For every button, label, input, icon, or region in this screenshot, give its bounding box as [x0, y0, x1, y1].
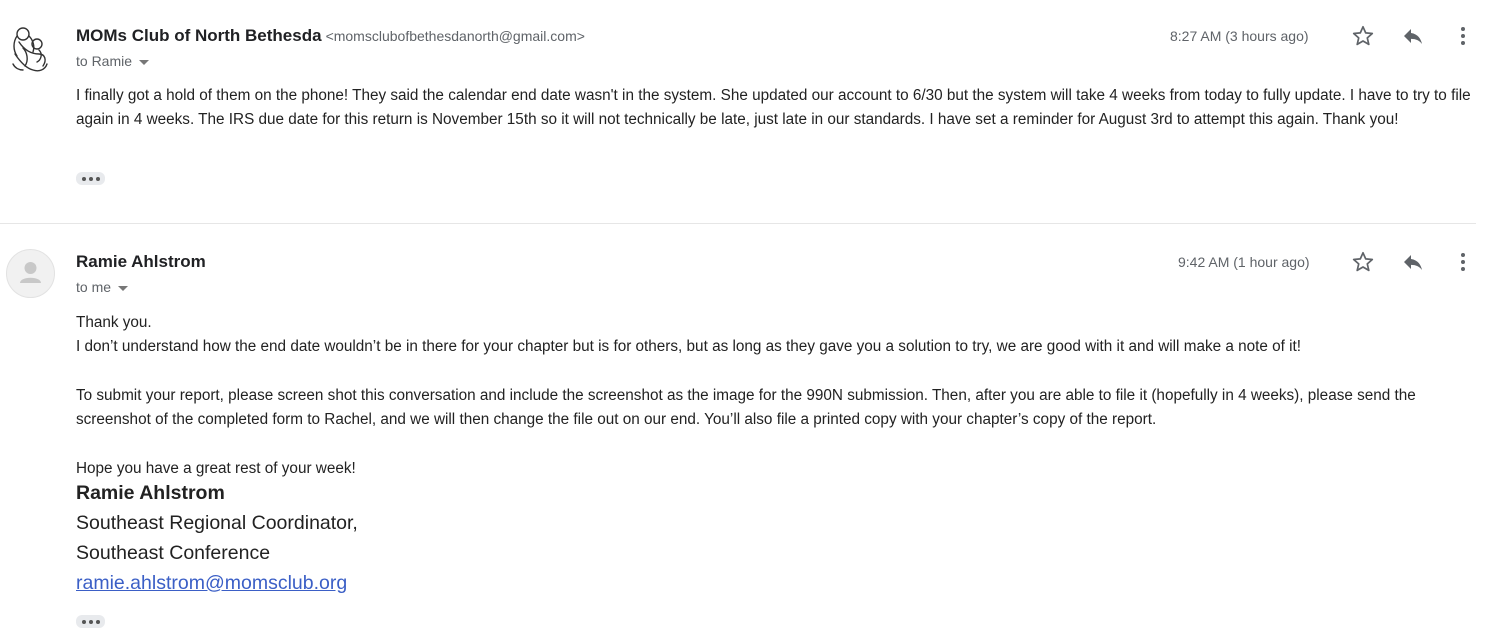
email-message: MOMs Club of North Bethesda <momsclubofbe… — [0, 0, 1476, 224]
reply-icon[interactable] — [1400, 249, 1426, 275]
ellipsis-icon[interactable] — [76, 615, 105, 628]
message-body: I finally got a hold of them on the phon… — [76, 84, 1476, 133]
message-timestamp: 8:27 AM (3 hours ago) — [1170, 28, 1309, 44]
club-logo-icon[interactable] — [9, 24, 53, 74]
more-vert-icon[interactable] — [1450, 23, 1476, 49]
sender-name[interactable]: Ramie Ahlstrom — [76, 252, 206, 271]
caret-down-icon[interactable] — [139, 59, 150, 65]
star-icon[interactable] — [1350, 23, 1376, 49]
message-paragraph: I don’t understand how the end date woul… — [76, 338, 1302, 356]
message-paragraph: I finally got a hold of them on the phon… — [76, 87, 1471, 129]
recipients-toggle[interactable]: to Ramie — [76, 53, 150, 69]
reply-icon[interactable] — [1400, 23, 1426, 49]
ellipsis-icon[interactable] — [76, 172, 105, 185]
signature-conference: Southeast Conference — [76, 542, 271, 564]
message-body: Thank you. I don’t understand how the en… — [76, 311, 1476, 481]
more-vert-icon[interactable] — [1450, 249, 1476, 275]
message-paragraph: To submit your report, please screen sho… — [76, 386, 1416, 429]
signature-name: Ramie Ahlstrom — [76, 482, 225, 504]
message-paragraph: Thank you. — [76, 314, 152, 331]
sender-line: MOMs Club of North Bethesda <momsclubofbe… — [76, 26, 585, 46]
sender-email: <momsclubofbethesdanorth@gmail.com> — [325, 28, 585, 44]
message-paragraph: Hope you have a great rest of your week! — [76, 459, 356, 477]
email-message: Ramie Ahlstrom to me 9:42 AM (1 hour ago… — [0, 224, 1487, 628]
recipients-label: to me — [76, 279, 112, 295]
recipients-toggle[interactable]: to me — [76, 279, 129, 295]
caret-down-icon[interactable] — [118, 285, 129, 291]
default-person-icon[interactable] — [6, 249, 55, 298]
sender-line: Ramie Ahlstrom — [76, 252, 206, 272]
signature-email-link[interactable]: ramie.ahlstrom@momsclub.org — [76, 572, 347, 595]
message-timestamp: 9:42 AM (1 hour ago) — [1178, 254, 1310, 270]
sender-name[interactable]: MOMs Club of North Bethesda — [76, 26, 322, 45]
recipients-label: to Ramie — [76, 53, 133, 69]
star-icon[interactable] — [1350, 249, 1376, 275]
signature-title: Southeast Regional Coordinator, — [76, 512, 358, 534]
